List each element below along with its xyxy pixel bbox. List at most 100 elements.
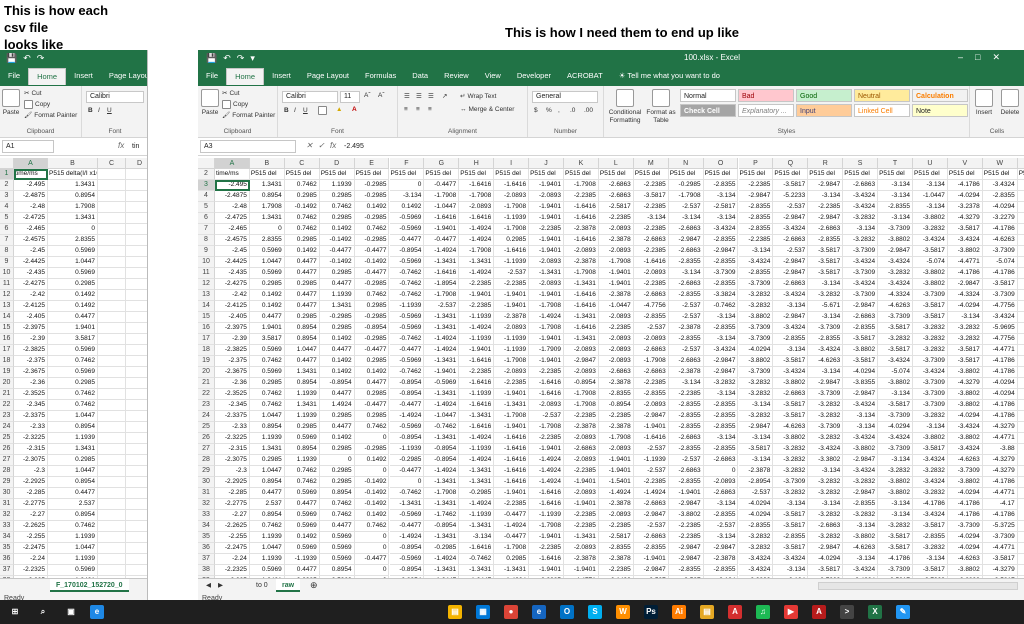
table-cell[interactable]: 0.1492 [319,356,355,367]
horizontal-scrollbar[interactable] [818,582,1018,590]
edge-icon[interactable]: e [90,605,104,619]
table-cell[interactable]: -3.8802 [843,444,879,455]
table-cell[interactable]: 0.4477 [354,378,390,389]
table-cell[interactable]: -2.0893 [564,455,599,466]
table-cell[interactable] [98,202,126,213]
cancel-icon[interactable]: ✕ [306,141,313,150]
table-cell[interactable]: -3.3824 [703,290,739,301]
table-cell[interactable]: 0.7462 [284,180,320,191]
align-right-icon[interactable]: ≡ [428,106,432,113]
table-cell[interactable]: -3.134 [913,554,948,565]
table-cell[interactable]: -1.1939 [494,345,530,356]
table-cell[interactable]: -3.8802 [913,279,948,290]
row-header[interactable]: 6 [198,213,215,224]
table-cell[interactable]: -3.5817 [878,345,913,356]
select-all-corner[interactable] [198,158,215,169]
table-cell[interactable]: -3.134 [878,389,913,400]
table-cell[interactable]: 0.8954 [319,565,355,576]
table-cell[interactable]: -2.2385 [494,279,530,290]
table-cell[interactable]: -2.8355 [738,224,774,235]
row-header[interactable]: 26 [0,444,14,455]
table-cell[interactable]: -0.5969 [389,356,425,367]
table-cell[interactable]: -2.8355 [703,400,739,411]
table-cell[interactable]: -2.3525 [14,389,48,400]
table-cell[interactable]: -3.4324 [913,367,948,378]
table-cell[interactable]: 0.5969 [48,345,98,356]
table-cell[interactable]: -2.24 [14,554,48,565]
table-cell[interactable]: -4.7756 [982,334,1018,345]
table-cell[interactable]: 0.2985 [354,301,390,312]
table-cell[interactable]: -0.4477 [424,180,460,191]
table-cell[interactable]: -2.24 [215,554,250,565]
row-header[interactable]: 26 [198,433,215,444]
table-cell[interactable]: -1.9401 [668,488,704,499]
table-cell[interactable]: -3.2832 [738,532,774,543]
row-header[interactable]: 32 [0,510,14,521]
row-header[interactable]: 10 [0,268,14,279]
column-header[interactable]: W [982,158,1018,169]
table-cell[interactable]: -2.375 [215,356,250,367]
table-cell[interactable]: -2.9847 [668,235,704,246]
table-cell[interactable]: -2.0893 [598,224,634,235]
table-cell[interactable]: -1.9401 [529,213,564,224]
table-cell[interactable]: -2.0893 [564,543,599,554]
table-cell[interactable]: -2.3525 [215,389,250,400]
table-cell[interactable]: -2.0893 [494,367,530,378]
table-cell[interactable]: 1.1939 [48,554,98,565]
table-cell[interactable]: -2.3878 [598,554,634,565]
table-cell[interactable]: 1.1939 [249,433,285,444]
table-cell[interactable]: -2.3375 [14,411,48,422]
italic-button[interactable]: I [98,107,100,114]
table-cell[interactable]: -3.8802 [773,378,809,389]
table-cell[interactable]: -1.6416 [494,466,530,477]
table-cell[interactable]: -3.2832 [738,290,774,301]
table-cell[interactable]: -0.1492 [354,499,390,510]
table-cell[interactable]: -1.6416 [529,378,564,389]
minimize-icon[interactable]: – [958,52,963,63]
table-cell[interactable]: -0.8954 [424,521,460,532]
table-cell[interactable]: 0.8954 [319,488,355,499]
table-cell[interactable]: -1.9401 [529,180,564,191]
table-cell[interactable]: -2.6863 [564,444,599,455]
decrease-decimal-icon[interactable]: .00 [584,107,593,114]
table-cell[interactable] [126,510,147,521]
table-cell[interactable]: 0.5969 [48,268,98,279]
table-cell[interactable]: 1.1939 [284,389,320,400]
sheet-prev-icon[interactable]: ◀ [206,581,211,589]
table-cell[interactable]: -1.9401 [494,389,530,400]
table-cell[interactable]: -2.9847 [947,279,983,290]
table-cell[interactable]: -1.6416 [564,290,599,301]
table-cell[interactable]: 0.8954 [249,422,285,433]
table-cell[interactable]: -2.315 [215,444,250,455]
table-cell[interactable]: 1.3431 [284,400,320,411]
table-cell[interactable]: -3.134 [878,455,913,466]
font-name-combo[interactable]: Calibri [86,91,144,103]
table-cell[interactable]: -2.8355 [668,422,704,433]
table-cell[interactable]: -2.9847 [564,356,599,367]
table-cell[interactable]: -3.73 [1017,202,1024,213]
table-cell[interactable]: -3.8802 [668,510,704,521]
table-cell[interactable]: -2.9847 [808,213,844,224]
table-cell[interactable]: P515 del [878,169,913,180]
table-cell[interactable]: -4.17 [1017,224,1024,235]
table-cell[interactable]: 1.3431 [249,213,285,224]
table-cell[interactable]: -1.3431 [424,433,460,444]
sheet-tab-csv[interactable]: F_170102_152720_0 [50,579,129,592]
table-cell[interactable]: -2.36 [14,378,48,389]
table-cell[interactable]: -0.7462 [459,554,495,565]
paint-icon[interactable]: ✎ [896,605,910,619]
table-cell[interactable]: -3.134 [947,312,983,323]
table-cell[interactable] [126,235,147,246]
table-cell[interactable]: -4.1786 [982,510,1018,521]
table-cell[interactable]: -3.73 [1017,323,1024,334]
table-cell[interactable]: 0.7462 [249,400,285,411]
table-cell[interactable]: -1.7908 [598,433,634,444]
table-cell[interactable]: -1.4924 [424,246,460,257]
table-cell[interactable]: -3.4324 [878,356,913,367]
table-cell[interactable]: -3.5817 [773,543,809,554]
table-cell[interactable] [126,389,147,400]
table-cell[interactable]: -2.9847 [808,180,844,191]
table-cell[interactable]: -2.537 [668,455,704,466]
table-cell[interactable]: -1.7908 [424,191,460,202]
table-cell[interactable]: -3.5817 [982,279,1018,290]
